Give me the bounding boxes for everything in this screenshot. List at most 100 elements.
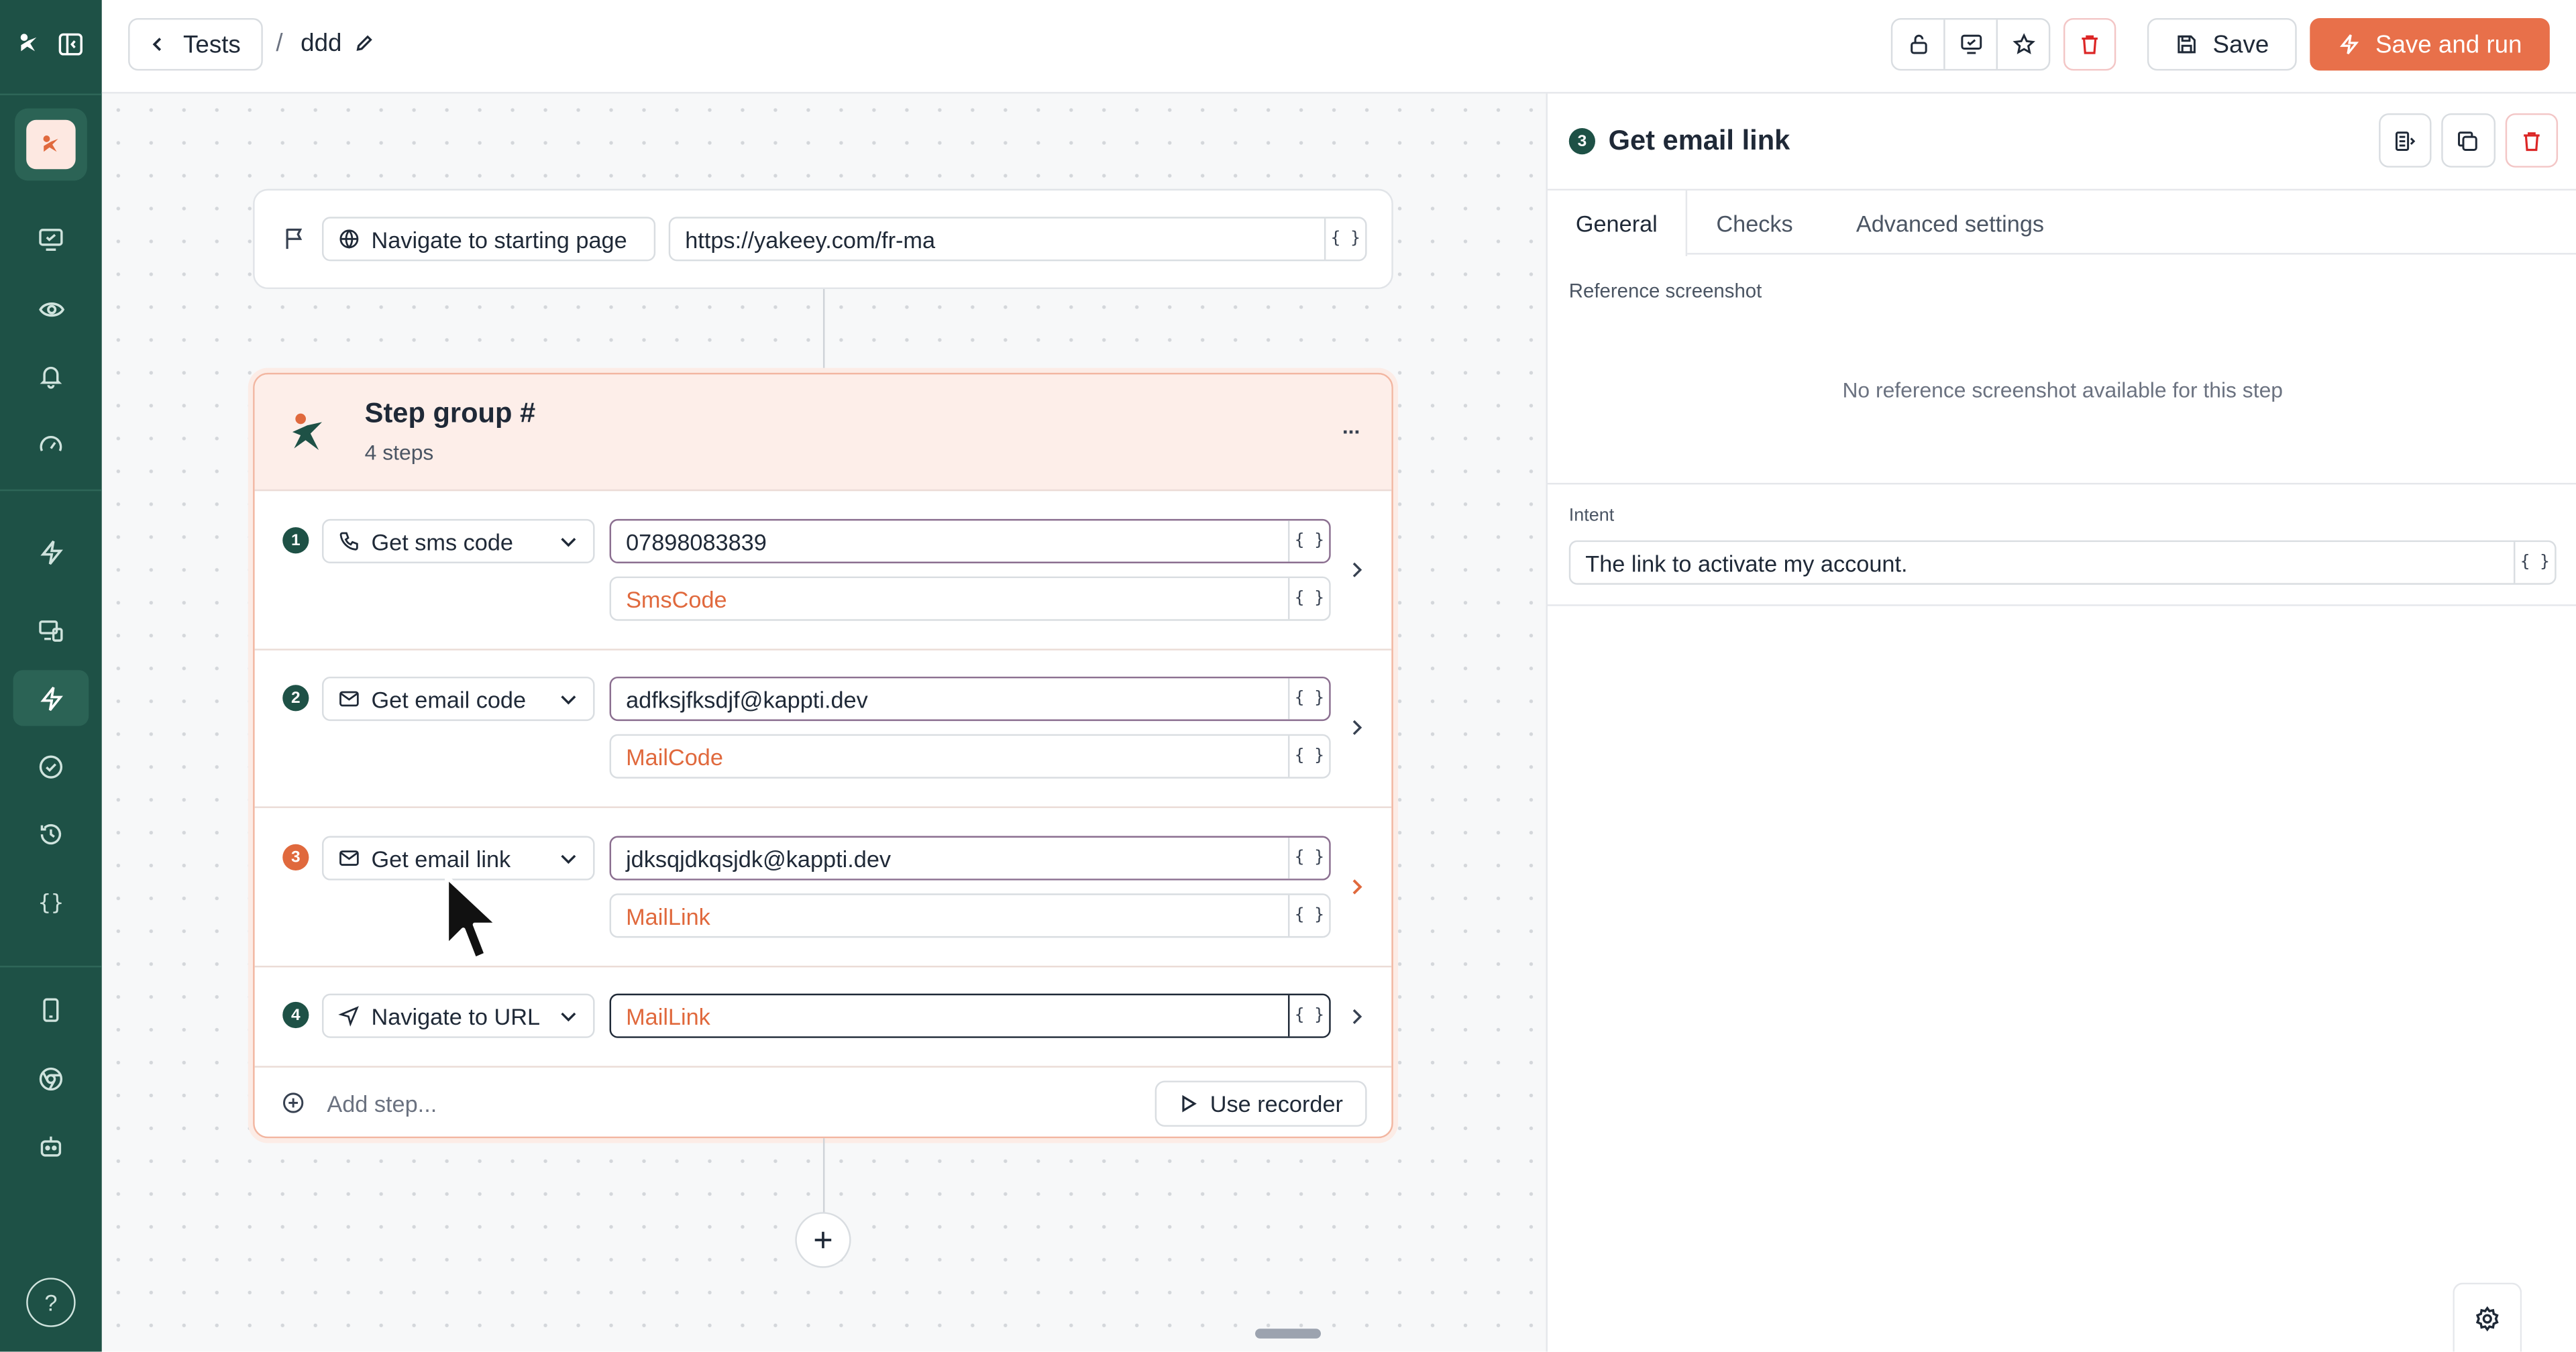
settings-button[interactable] (2453, 1282, 2522, 1352)
lightning-icon (40, 685, 62, 710)
variable-braces-button[interactable]: { } (1288, 678, 1329, 720)
phone-device-icon (43, 998, 59, 1022)
sidebar-item-tests[interactable] (13, 670, 89, 726)
toggle-sidebar-icon[interactable] (58, 32, 84, 58)
duplicate-step-button[interactable] (2442, 113, 2496, 168)
chevron-right-icon[interactable] (1350, 1009, 1364, 1025)
sidebar-item-automations[interactable] (13, 524, 89, 579)
save-and-run-label: Save and run (2375, 30, 2522, 58)
tab-label: Advanced settings (1856, 209, 2045, 236)
monitor-icon (1960, 34, 1982, 54)
help-button[interactable]: ? (26, 1278, 76, 1327)
start-url-input[interactable]: https://yakeey.com/fr-ma { } (668, 217, 1367, 262)
braces-icon: { } (1294, 589, 1324, 608)
sidebar-divider (0, 93, 102, 96)
navigation-arrow-icon (338, 1006, 359, 1027)
delete-step-button[interactable] (2504, 113, 2559, 168)
gear-icon (2475, 1305, 2499, 1331)
save-button[interactable]: Save (2147, 17, 2297, 71)
chevron-right-icon[interactable] (1350, 879, 1364, 895)
step-group-card: Step group # 4 steps ... 1 Get sms code … (253, 372, 1393, 1139)
variable-braces-button[interactable]: { } (2513, 542, 2555, 583)
plus-icon[interactable] (282, 1092, 304, 1114)
step-3-value-input[interactable]: jdksqjdkqsjdk@kappti.dev { } (609, 836, 1331, 881)
braces-icon: { } (1294, 747, 1324, 766)
step-action-label: Get sms code (371, 528, 514, 555)
chevron-right-icon[interactable] (1350, 562, 1364, 578)
sidebar-item-devices[interactable] (13, 603, 89, 659)
start-action-select[interactable]: Navigate to starting page (322, 217, 656, 262)
variable-braces-button[interactable]: { } (1288, 578, 1329, 620)
braces-icon: { } (1294, 906, 1324, 925)
step-2-value-input[interactable]: adfksjfksdjf@kappti.dev { } (609, 676, 1331, 722)
gauge-icon (40, 436, 62, 451)
variable-braces-button[interactable]: { } (1288, 520, 1329, 562)
sidebar-item-mobile[interactable] (13, 982, 89, 1038)
step-1-value-input[interactable]: 07898083839 { } (609, 518, 1331, 564)
sidebar: {} ? (0, 0, 102, 1352)
braces-icon: {} (38, 891, 64, 916)
sidebar-item-bots[interactable] (13, 1119, 89, 1174)
more-options-icon[interactable]: ... (1342, 414, 1360, 439)
variable-braces-button[interactable]: { } (1288, 736, 1329, 777)
scrollbar-handle[interactable] (1255, 1329, 1321, 1339)
tab-label: Checks (1716, 209, 1793, 236)
eye-icon (38, 301, 64, 317)
favorite-button[interactable] (1998, 19, 2049, 68)
braces-icon: { } (1294, 1007, 1324, 1025)
chevron-down-icon (560, 852, 576, 866)
flow-canvas[interactable]: Navigate to starting page https://yakeey… (101, 93, 1546, 1352)
sidebar-item-monitor[interactable] (13, 212, 89, 268)
chevron-right-icon[interactable] (1350, 720, 1364, 736)
step-2-output-variable[interactable]: MailCode { } (609, 734, 1331, 779)
step-3-output-variable[interactable]: MailLink { } (609, 893, 1331, 938)
lightning-icon (40, 539, 62, 564)
add-block-button[interactable] (795, 1212, 851, 1268)
step-action-label: Get email code (371, 685, 527, 712)
tab-checks[interactable]: Checks (1687, 190, 1822, 255)
output-variable-name: MailCode (626, 743, 723, 770)
sidebar-item-variables[interactable]: {} (13, 875, 89, 931)
delete-test-button[interactable] (2063, 17, 2116, 71)
back-to-tests-button[interactable]: Tests (128, 17, 263, 71)
variable-braces-button[interactable]: { } (1288, 895, 1329, 936)
intent-input[interactable]: The link to activate my account. { } (1568, 540, 2557, 585)
help-icon: ? (44, 1289, 58, 1316)
variable-braces-button[interactable]: { } (1288, 995, 1329, 1037)
chevron-down-icon (560, 1010, 576, 1023)
add-step-input[interactable]: Add step... (327, 1090, 437, 1117)
step-divider (254, 1066, 1392, 1068)
test-name[interactable]: ddd (301, 30, 341, 58)
use-recorder-button[interactable]: Use recorder (1155, 1080, 1367, 1127)
sidebar-item-results[interactable] (13, 739, 89, 795)
step-1-output-variable[interactable]: SmsCode { } (609, 576, 1331, 621)
step-group-count: 4 steps (364, 440, 434, 465)
check-circle-icon (39, 755, 63, 779)
step-2-action-select[interactable]: Get email code (322, 676, 595, 722)
sidebar-item-alerts[interactable] (13, 348, 89, 404)
step-value: jdksqjdkqsjdk@kappti.dev (626, 845, 892, 872)
sidebar-item-performance[interactable] (13, 417, 89, 473)
step-4-value-input[interactable]: MailLink { } (609, 993, 1331, 1038)
trash-icon (2082, 35, 2098, 54)
step-4-action-select[interactable]: Navigate to URL (322, 993, 595, 1038)
step-group-title[interactable]: Step group # (365, 398, 535, 431)
pencil-icon[interactable] (355, 34, 373, 52)
step-1-action-select[interactable]: Get sms code (322, 518, 595, 564)
variable-braces-button[interactable]: { } (1324, 218, 1365, 260)
tab-advanced-settings[interactable]: Advanced settings (1827, 190, 2073, 255)
use-recorder-label: Use recorder (1210, 1090, 1343, 1117)
monitor-button[interactable] (1945, 19, 1998, 69)
lock-button[interactable] (1892, 19, 1945, 69)
sidebar-item-history[interactable] (13, 806, 89, 862)
sidebar-item-browser[interactable] (13, 1051, 89, 1107)
top-bar: Tests / ddd Save Save and run (101, 0, 2576, 94)
flag-icon (282, 225, 307, 251)
step-number: 1 (282, 527, 309, 554)
variable-braces-button[interactable]: { } (1288, 837, 1329, 879)
sidebar-item-project[interactable] (15, 108, 87, 181)
tab-general[interactable]: General (1547, 190, 1688, 257)
sidebar-item-visual[interactable] (13, 281, 89, 337)
panel-layout-button[interactable] (2379, 113, 2432, 168)
save-and-run-button[interactable]: Save and run (2310, 17, 2550, 71)
